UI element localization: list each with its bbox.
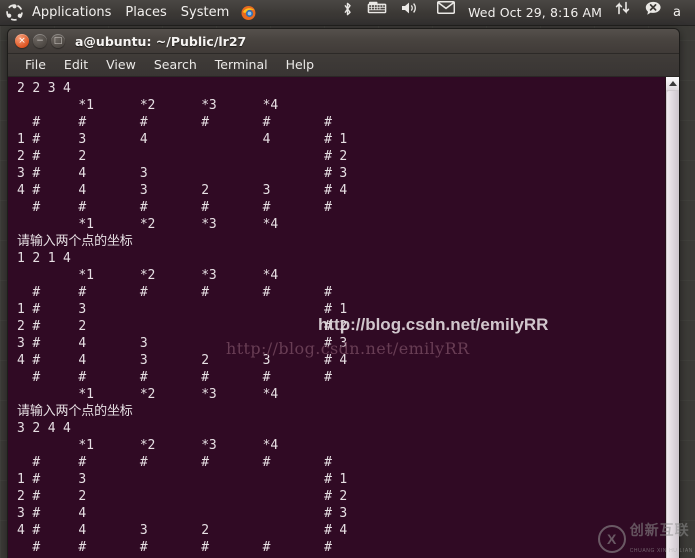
close-button[interactable]: × [15,34,29,48]
user-menu[interactable]: a [669,1,689,25]
watermark-logo: X 创新互联 CHUANG XIN HU LIAN [597,522,693,556]
terminal-body: 2 2 3 4 *1 *2 *3 *4 # # # # # # 1 # 3 4 … [8,77,679,558]
window-title: a@ubuntu: ~/Public/lr27 [75,33,247,49]
menu-terminal[interactable]: Terminal [206,54,277,76]
logo-mark-icon: X [597,525,626,554]
minimize-button[interactable]: − [33,34,47,48]
scroll-up-arrow-icon[interactable] [666,77,679,90]
mail-icon[interactable] [425,0,462,25]
terminal-window: × − □ a@ubuntu: ~/Public/lr27 File Edit … [8,29,679,558]
window-controls: × − □ [8,34,65,48]
bluetooth-icon[interactable] [335,1,360,25]
maximize-button[interactable]: □ [51,34,65,48]
logo-text-en: CHUANG XIN HU LIAN [629,548,693,555]
terminal-screen[interactable]: 2 2 3 4 *1 *2 *3 *4 # # # # # # 1 # 3 4 … [8,77,665,558]
top-panel: Applications Places System Wed Oct 29, 8… [0,0,695,26]
menu-view[interactable]: View [97,54,145,76]
terminal-output: 2 2 3 4 *1 *2 *3 *4 # # # # # # 1 # 3 4 … [17,81,348,555]
menu-file[interactable]: File [16,54,55,76]
terminal-scrollbar[interactable] [665,77,679,558]
network-updown-icon[interactable] [608,1,638,25]
messaging-error-icon[interactable] [638,1,669,25]
window-titlebar[interactable]: × − □ a@ubuntu: ~/Public/lr27 [8,29,679,54]
panel-menu-system[interactable]: System [174,1,236,25]
logo-text-cn: 创新互联 [629,523,690,540]
volume-icon[interactable] [394,1,425,25]
menu-edit[interactable]: Edit [55,54,97,76]
firefox-icon[interactable] [236,1,261,25]
terminal-menubar: File Edit View Search Terminal Help [8,54,679,77]
menu-help[interactable]: Help [277,54,324,76]
panel-menu-applications[interactable]: Applications [25,1,118,25]
panel-menu-places[interactable]: Places [118,1,173,25]
menu-search[interactable]: Search [145,54,206,76]
scrollbar-thumb[interactable] [667,91,678,558]
logo-text: 创新互联 CHUANG XIN HU LIAN [630,522,693,556]
clock[interactable]: Wed Oct 29, 8:16 AM [462,1,608,25]
panel-menu-group: Applications Places System [0,1,261,25]
ubuntu-logo-icon[interactable] [6,4,23,21]
panel-indicator-group: Wed Oct 29, 8:16 AM a [335,0,695,25]
keyboard-icon[interactable] [360,1,394,25]
